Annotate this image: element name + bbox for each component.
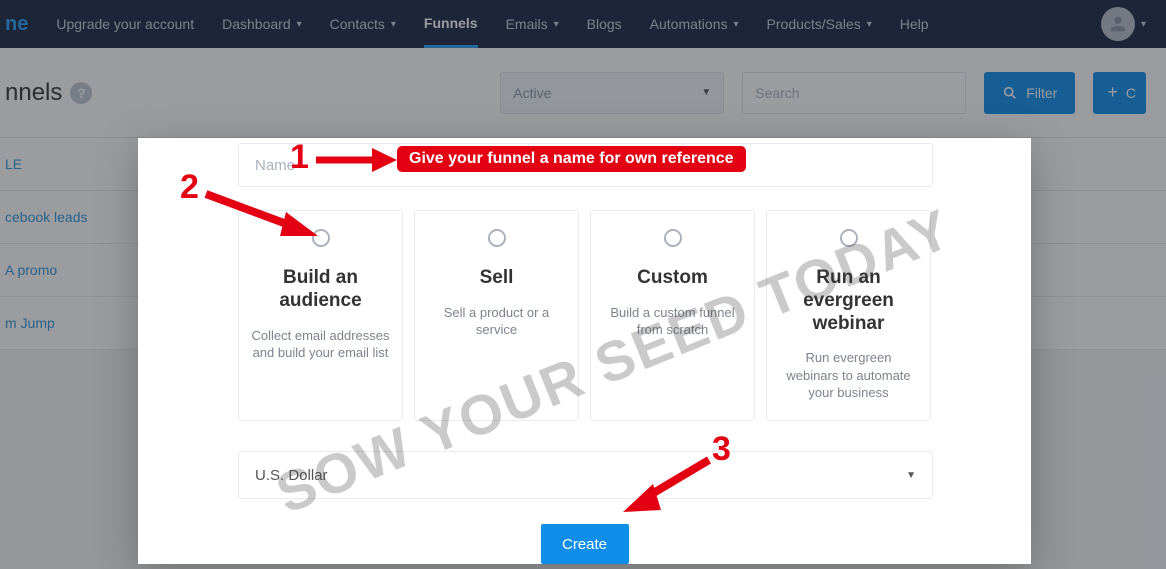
annotation-number-2: 2 [180, 168, 199, 207]
option-desc: Collect email addresses and build your e… [251, 327, 390, 362]
annotation-tip-1: Give your funnel a name for own referenc… [397, 146, 746, 172]
modal-overlay: Name Build an audience Collect email add… [0, 0, 1166, 569]
option-desc: Sell a product or a service [427, 304, 566, 339]
option-evergreen-webinar[interactable]: Run an evergreen webinar Run evergreen w… [766, 210, 931, 421]
option-desc: Build a custom funnel from scratch [603, 304, 742, 339]
option-title: Run an evergreen webinar [779, 267, 918, 335]
annotation-arrow-2 [200, 186, 320, 242]
annotation-arrow-3 [617, 452, 717, 518]
funnel-type-options: Build an audience Collect email addresse… [238, 210, 931, 421]
radio-icon [664, 229, 682, 247]
currency-select[interactable]: U.S. Dollar ▼ [238, 451, 933, 499]
caret-down-icon: ▼ [906, 470, 916, 481]
annotation-number-1: 1 [290, 138, 309, 177]
annotation-arrow-1 [312, 146, 397, 174]
create-button[interactable]: Create [541, 524, 629, 564]
option-title: Build an audience [251, 267, 390, 313]
option-title: Sell [427, 267, 566, 290]
radio-icon [840, 229, 858, 247]
option-desc: Run evergreen webinars to automate your … [779, 349, 918, 402]
radio-icon [488, 229, 506, 247]
option-custom[interactable]: Custom Build a custom funnel from scratc… [590, 210, 755, 421]
option-sell[interactable]: Sell Sell a product or a service [414, 210, 579, 421]
option-title: Custom [603, 267, 742, 290]
